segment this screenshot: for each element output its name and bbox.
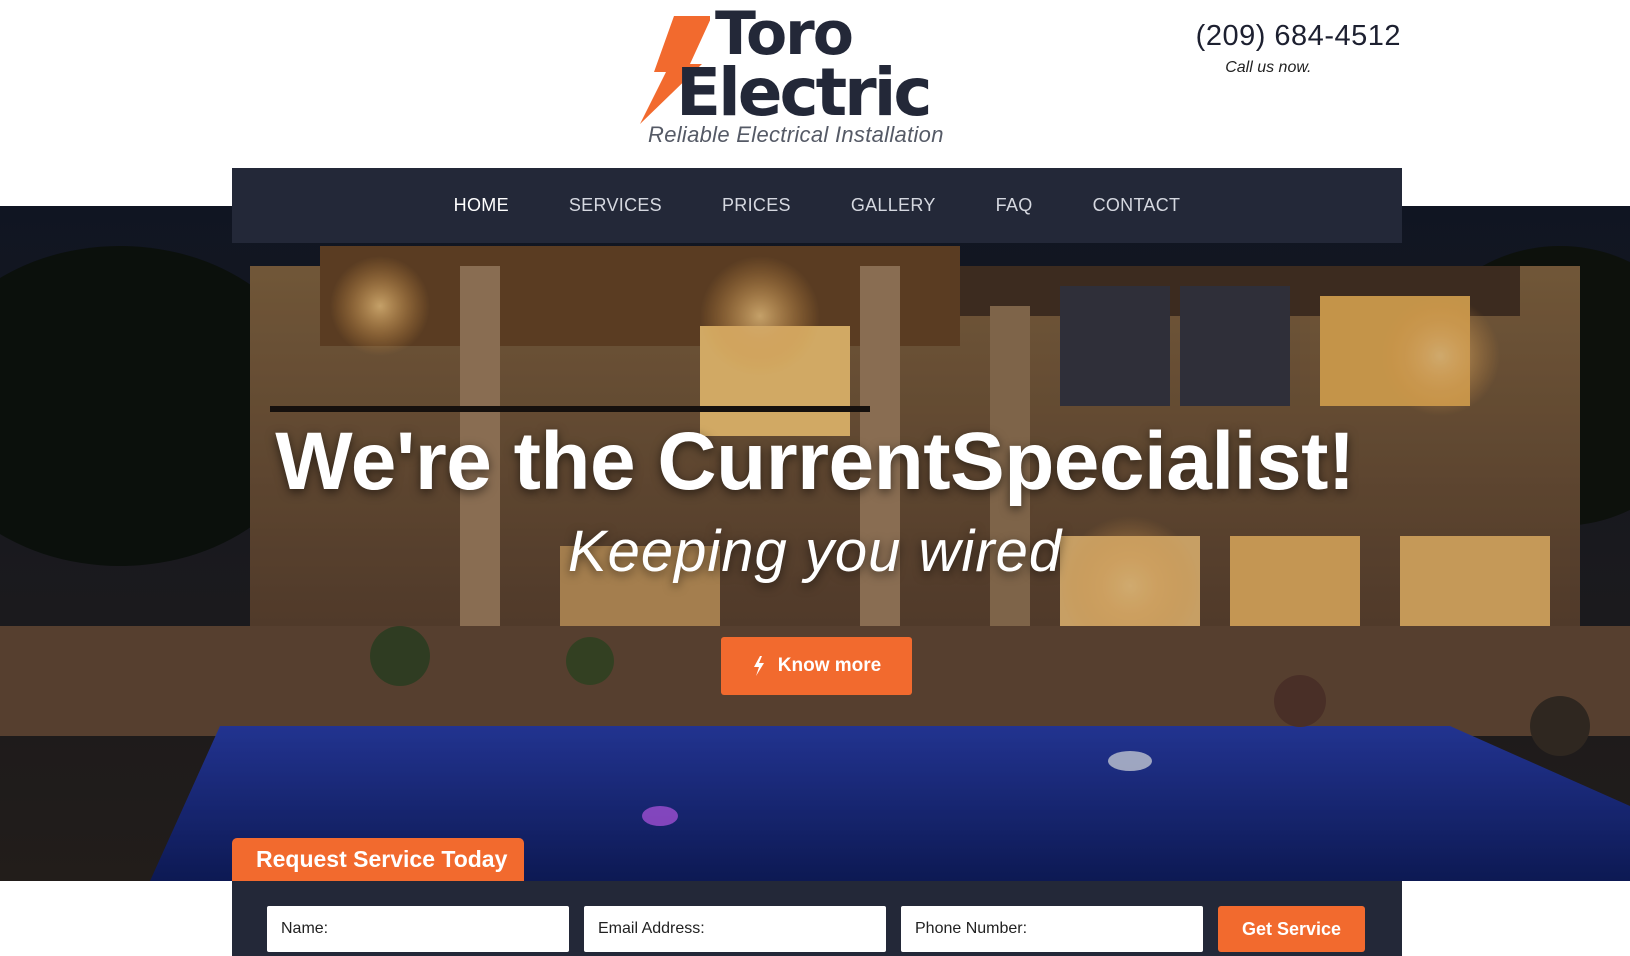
request-service-form: Get Service [232, 881, 1402, 956]
nav-item-prices[interactable]: PRICES [722, 195, 791, 216]
call-note: Call us now. [1225, 59, 1312, 76]
nav-item-faq[interactable]: FAQ [996, 195, 1033, 216]
brand-name-line2: Electric [676, 54, 932, 131]
know-more-button[interactable]: Know more [721, 637, 912, 695]
nav-item-home[interactable]: HOME [454, 195, 509, 216]
phone-input[interactable] [901, 906, 1203, 952]
brand-tagline: Reliable Electrical Installation [648, 122, 944, 147]
hero-title: We're the CurrentSpecialist! [275, 416, 1355, 507]
know-more-label: Know more [777, 655, 882, 676]
nav-item-gallery[interactable]: GALLERY [851, 195, 936, 216]
nav-item-services[interactable]: SERVICES [569, 195, 662, 216]
contact-block: (209) 684-4512 Call us now. [1196, 20, 1401, 77]
email-input[interactable] [584, 906, 886, 952]
bolt-icon [753, 656, 764, 676]
phone-number[interactable]: (209) 684-4512 [1196, 20, 1401, 53]
main-nav: HOME SERVICES PRICES GALLERY FAQ CONTACT [232, 168, 1402, 243]
request-service-tab: Request Service Today [232, 838, 524, 881]
nav-item-contact[interactable]: CONTACT [1093, 195, 1181, 216]
name-input[interactable] [267, 906, 569, 952]
get-service-button[interactable]: Get Service [1218, 906, 1365, 952]
hero-subtitle: Keeping you wired [567, 519, 1063, 584]
brand-logo[interactable]: Toro Electric Reliable Electrical Instal… [640, 4, 943, 148]
